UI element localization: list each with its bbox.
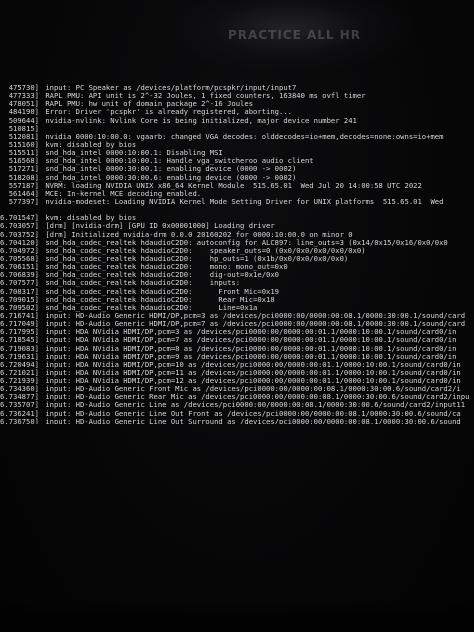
log-timestamp: 6.736750]	[0, 416, 39, 424]
log-timestamp: 577397]	[8, 196, 39, 206]
log-line: 577397] nvidia-modeset: Loading NVIDIA K…	[0, 196, 474, 206]
console-screen: PRACTICE ALL HR 475730] input: PC Speake…	[0, 0, 474, 632]
kernel-log: 475730] input: PC Speaker as /devices/pl…	[0, 84, 474, 424]
log-message: input: HD-Audio Generic Line Out Surroun…	[41, 416, 461, 424]
log-line: 509644] nvidia-nvlink: Nvlink Core is be…	[0, 115, 474, 125]
log-message: nvidia-nvlink: Nvlink Core is being init…	[41, 115, 357, 125]
glare-reflected-text: PRACTICE ALL HR	[228, 28, 362, 42]
log-message: nvidia-modeset: Loading NVIDIA Kernel Mo…	[41, 196, 444, 206]
log-line: 6.736750] input: HD-Audio Generic Line O…	[0, 416, 474, 424]
bottom-fade	[0, 600, 474, 632]
